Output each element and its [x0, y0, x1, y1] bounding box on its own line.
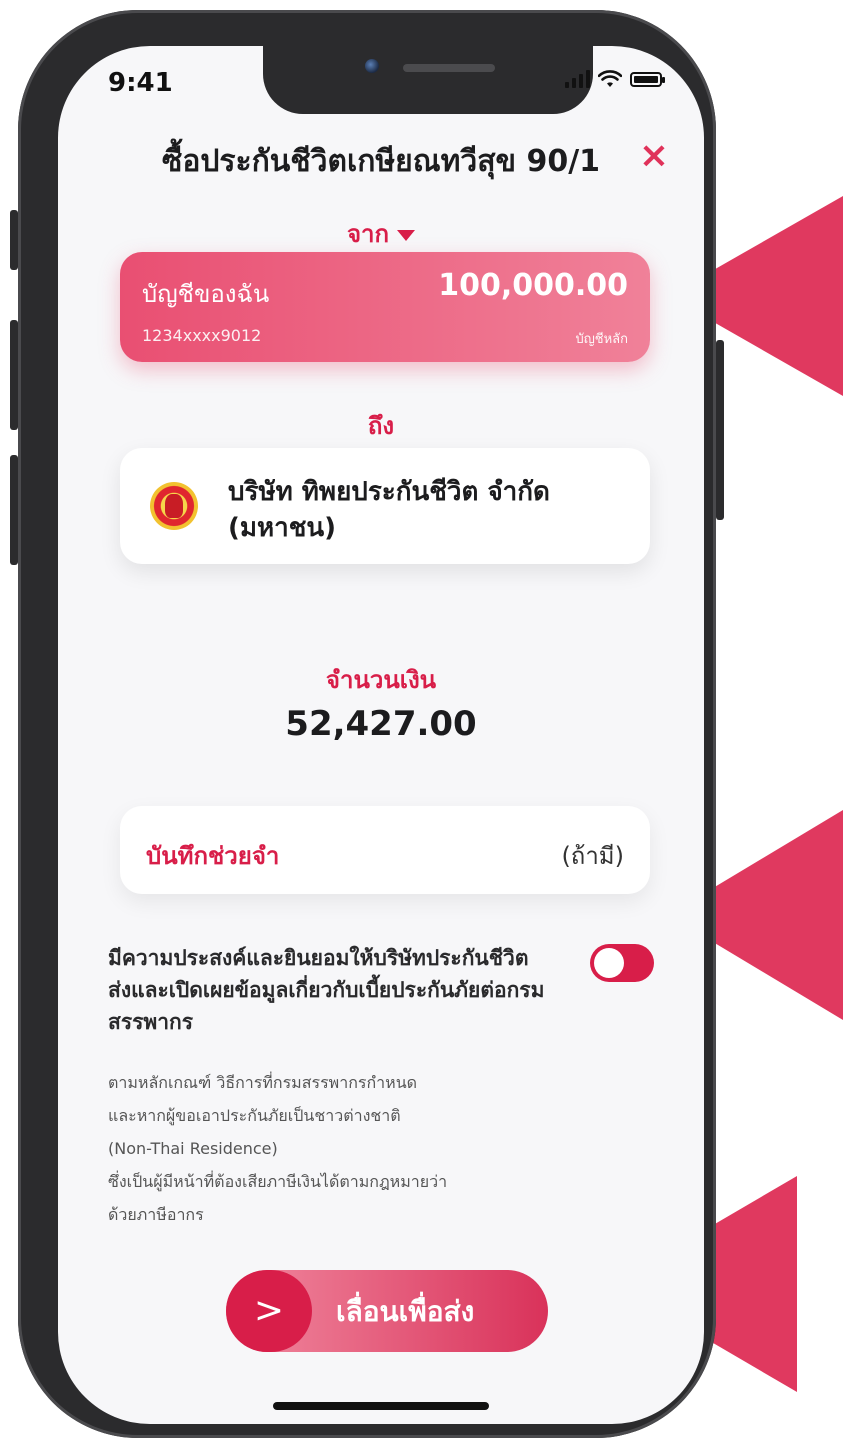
from-label-text: จาก: [346, 220, 390, 248]
phone-volume-up-button: [10, 320, 18, 430]
account-number: 1234xxxx9012: [142, 326, 262, 345]
amount-label: จำนวนเงิน: [325, 666, 437, 694]
memo-label: บันทึกช่วยจำ: [146, 842, 280, 870]
tax-note-line: และหากผู้ขอเอาประกันภัยเป็นชาวต่างชาติ: [108, 1106, 401, 1125]
toggle-knob: [594, 948, 624, 978]
from-label-dropdown[interactable]: จาก: [58, 214, 704, 253]
tax-note-line: ซึ่งเป็นผู้มีหน้าที่ต้องเสียภาษีเงินได้ต…: [108, 1172, 448, 1191]
close-icon[interactable]: ×: [634, 136, 674, 176]
front-camera-icon: [365, 59, 379, 73]
wifi-icon: [598, 70, 622, 87]
payee-card: บริษัท ทิพยประกันชีวิต จำกัด (มหาชน): [120, 448, 650, 564]
speaker-grille: [403, 64, 495, 72]
tax-note-line: ด้วยภาษีอากร: [108, 1205, 204, 1224]
amount-value: 52,427.00: [285, 704, 477, 744]
home-indicator[interactable]: [273, 1402, 489, 1410]
account-name: บัญชีของฉัน: [142, 280, 270, 308]
phone-side-button: [10, 210, 18, 270]
battery-icon: [630, 71, 665, 87]
phone-power-button: [716, 340, 724, 520]
tax-note: ตามหลักเกณฑ์ วิธีการที่กรมสรรพากรกำหนด แ…: [108, 1066, 608, 1231]
phone-screen: 9:41 ซื้อประกันชีวิตเกษียณทวีสุข 90/1 × …: [58, 46, 704, 1424]
tax-consent-text: มีความประสงค์และยินยอมให้บริษัทประกันชีว…: [108, 946, 545, 1034]
tax-consent-toggle[interactable]: [590, 944, 654, 982]
tax-note-line: (Non-Thai Residence): [108, 1139, 278, 1158]
slide-to-send-label: เลื่อนเพื่อส่ง: [336, 1295, 475, 1328]
account-type: บัญชีหลัก: [575, 332, 628, 347]
company-logo-icon: [150, 482, 198, 530]
phone-notch: [263, 46, 593, 114]
payee-name: บริษัท ทิพยประกันชีวิต จำกัด (มหาชน): [228, 477, 550, 543]
caret-down-icon: [397, 229, 416, 241]
status-time: 9:41: [108, 68, 173, 98]
to-label: ถึง: [367, 412, 395, 440]
chevron-right-icon[interactable]: >: [226, 1270, 312, 1352]
signal-icon: [565, 70, 590, 88]
tax-note-line: ตามหลักเกณฑ์ วิธีการที่กรมสรรพากรกำหนด: [108, 1073, 418, 1092]
slide-to-send-control[interactable]: > เลื่อนเพื่อส่ง: [226, 1270, 548, 1352]
source-account-card[interactable]: บัญชีของฉัน 100,000.00 1234xxxx9012 บัญช…: [120, 252, 650, 362]
phone-frame: 9:41 ซื้อประกันชีวิตเกษียณทวีสุข 90/1 × …: [10, 10, 724, 1438]
status-icons: [565, 70, 665, 88]
page-title: ซื้อประกันชีวิตเกษียณทวีสุข 90/1: [161, 144, 601, 179]
memo-field[interactable]: บันทึกช่วยจำ (ถ้ามี): [120, 806, 650, 894]
memo-optional-hint: (ถ้ามี): [561, 842, 624, 870]
phone-volume-down-button: [10, 455, 18, 565]
account-balance: 100,000.00: [438, 268, 628, 303]
